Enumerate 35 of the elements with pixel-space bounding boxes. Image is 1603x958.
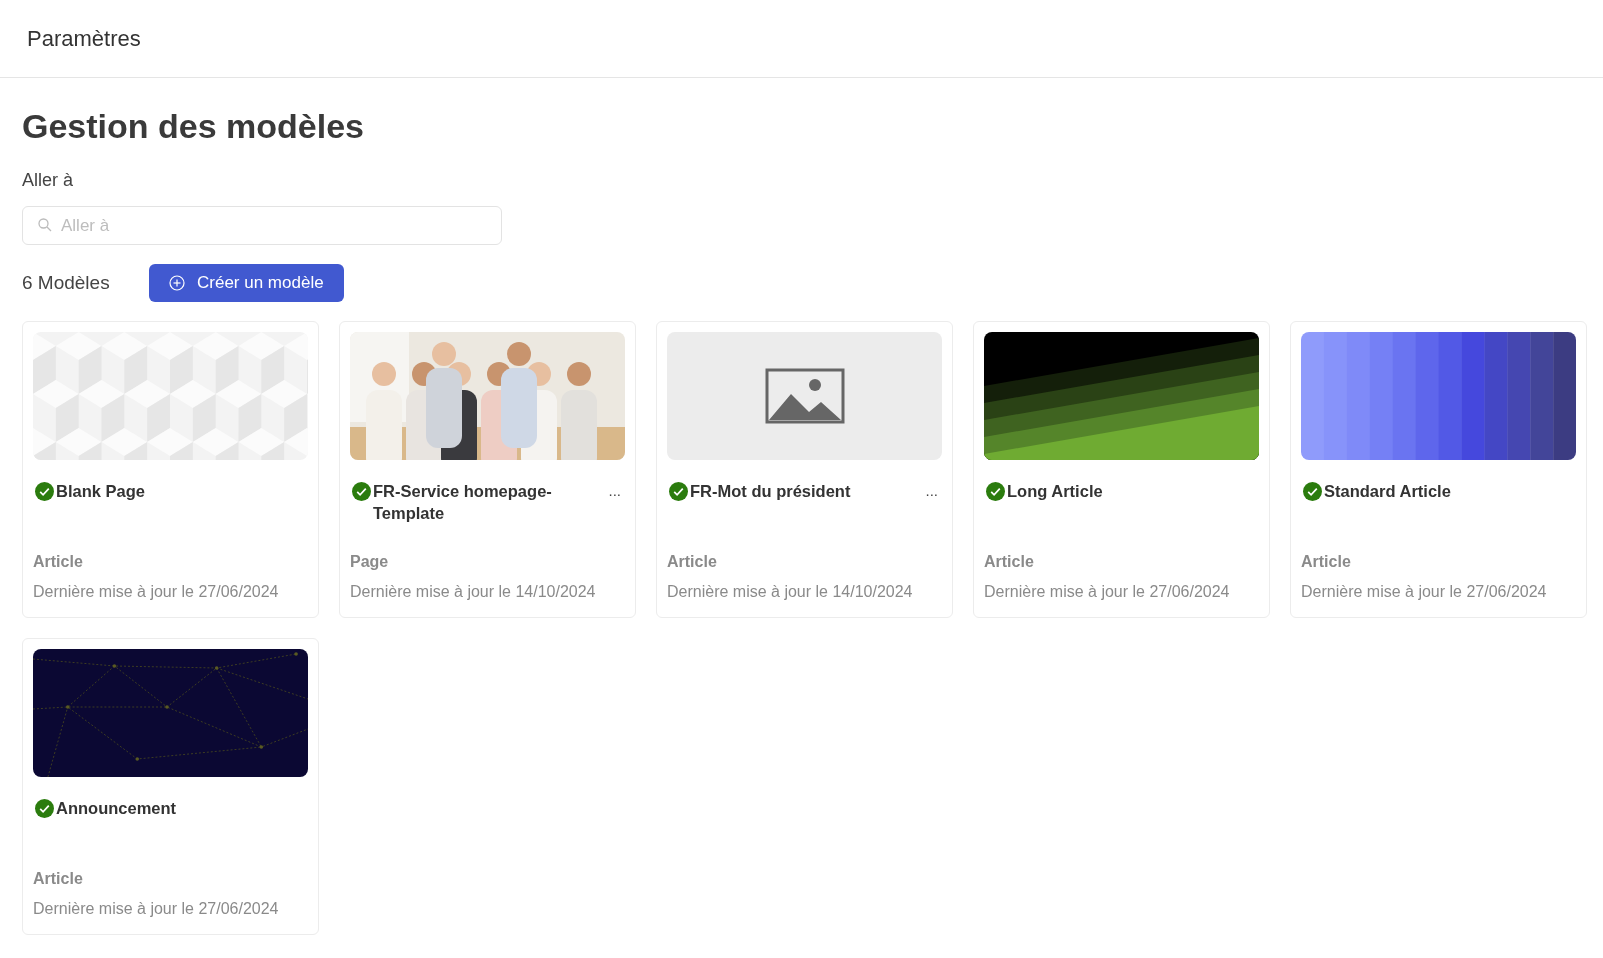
- page-title: Gestion des modèles: [22, 106, 365, 147]
- last-updated: Dernière mise à jour le 14/10/2024: [350, 582, 597, 602]
- search-icon: [38, 218, 52, 232]
- template-name[interactable]: Announcement: [56, 797, 308, 819]
- template-card[interactable]: FR-Service homepage-Template ... Page Dernière mise à jour le 14/10/2024: [339, 321, 636, 618]
- template-type: Article: [984, 552, 1035, 572]
- template-count: 6 Modèles: [22, 270, 111, 295]
- last-updated: Dernière mise à jour le 27/06/2024: [33, 582, 280, 602]
- template-name[interactable]: Long Article: [1007, 480, 1259, 502]
- template-name[interactable]: FR-Mot du président: [690, 480, 922, 502]
- template-card[interactable]: Blank Page Article Dernière mise à jour le 27/06/2024: [22, 321, 319, 618]
- last-updated: Dernière mise à jour le 27/06/2024: [1301, 582, 1548, 602]
- more-options-button[interactable]: ...: [921, 482, 942, 500]
- search-field[interactable]: Aller à: [22, 206, 502, 245]
- template-type: Article: [33, 869, 84, 889]
- create-template-button[interactable]: Créer un modèle: [149, 264, 344, 302]
- last-updated: Dernière mise à jour le 27/06/2024: [33, 899, 280, 919]
- last-updated: Dernière mise à jour le 14/10/2024: [667, 582, 914, 602]
- plus-circle-icon: [169, 275, 185, 291]
- template-name[interactable]: Blank Page: [56, 480, 308, 502]
- template-card[interactable]: Long Article Article Dernière mise à jour le 27/06/2024: [973, 321, 1270, 618]
- template-type: Article: [1301, 552, 1352, 572]
- template-type: Article: [33, 552, 84, 572]
- template-type: Article: [667, 552, 718, 572]
- template-card[interactable]: Standard Article Article Dernière mise à jour le 27/06/2024: [1290, 321, 1587, 618]
- image-icon: [764, 368, 845, 424]
- template-type: Page: [350, 552, 390, 572]
- template-name[interactable]: Standard Article: [1324, 480, 1576, 502]
- template-card[interactable]: FR-Mot du président ... Article Dernière mise à jour le 14/10/2024: [656, 321, 953, 618]
- last-updated: Dernière mise à jour le 27/06/2024: [984, 582, 1231, 602]
- template-name[interactable]: FR-Service homepage-Template: [373, 480, 605, 524]
- template-card[interactable]: Announcement Article Dernière mise à jour le 27/06/2024: [22, 638, 319, 935]
- more-options-button[interactable]: ...: [604, 482, 625, 500]
- search-label: Aller à: [22, 169, 75, 192]
- header-title: Paramètres: [27, 25, 141, 53]
